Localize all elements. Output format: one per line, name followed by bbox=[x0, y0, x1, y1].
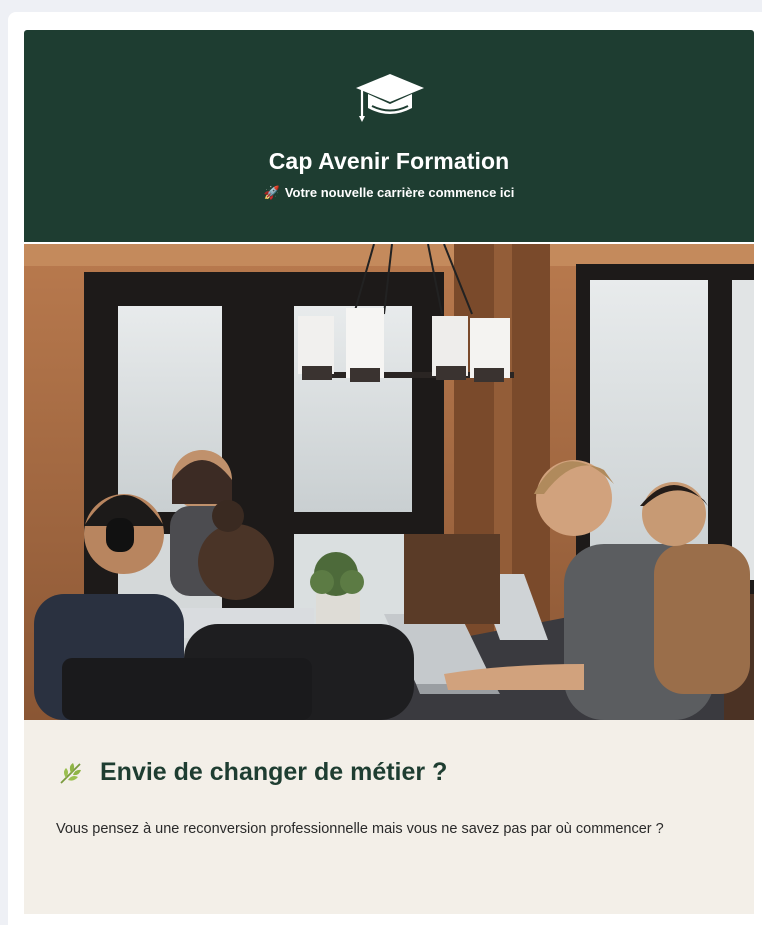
brand-name: Cap Avenir Formation bbox=[268, 148, 510, 174]
email-body: Cap Avenir Formation 🚀 Votre nouvelle car… bbox=[24, 30, 754, 914]
intro-section: Envie de changer de métier ? Vous pensez… bbox=[24, 720, 754, 914]
section-body: Vous pensez à une reconversion professio… bbox=[56, 821, 664, 837]
meeting-photo bbox=[24, 244, 754, 720]
leaf-icon bbox=[60, 762, 81, 784]
email-preview-pane: Cap Avenir Formation 🚀 Votre nouvelle car… bbox=[8, 12, 762, 925]
email-header: Cap Avenir Formation 🚀 Votre nouvelle car… bbox=[24, 30, 754, 242]
tagline-text: Votre nouvelle carrière commence ici bbox=[284, 185, 515, 200]
section-title-text: Envie de changer de métier ? bbox=[100, 758, 448, 786]
graduation-cap-icon bbox=[356, 74, 424, 122]
tagline: 🚀 Votre nouvelle carrière commence ici bbox=[24, 185, 754, 201]
section-title: Envie de changer de métier ? bbox=[58, 758, 447, 787]
rocket-icon: 🚀 bbox=[263, 185, 280, 200]
hero-image bbox=[24, 244, 754, 720]
